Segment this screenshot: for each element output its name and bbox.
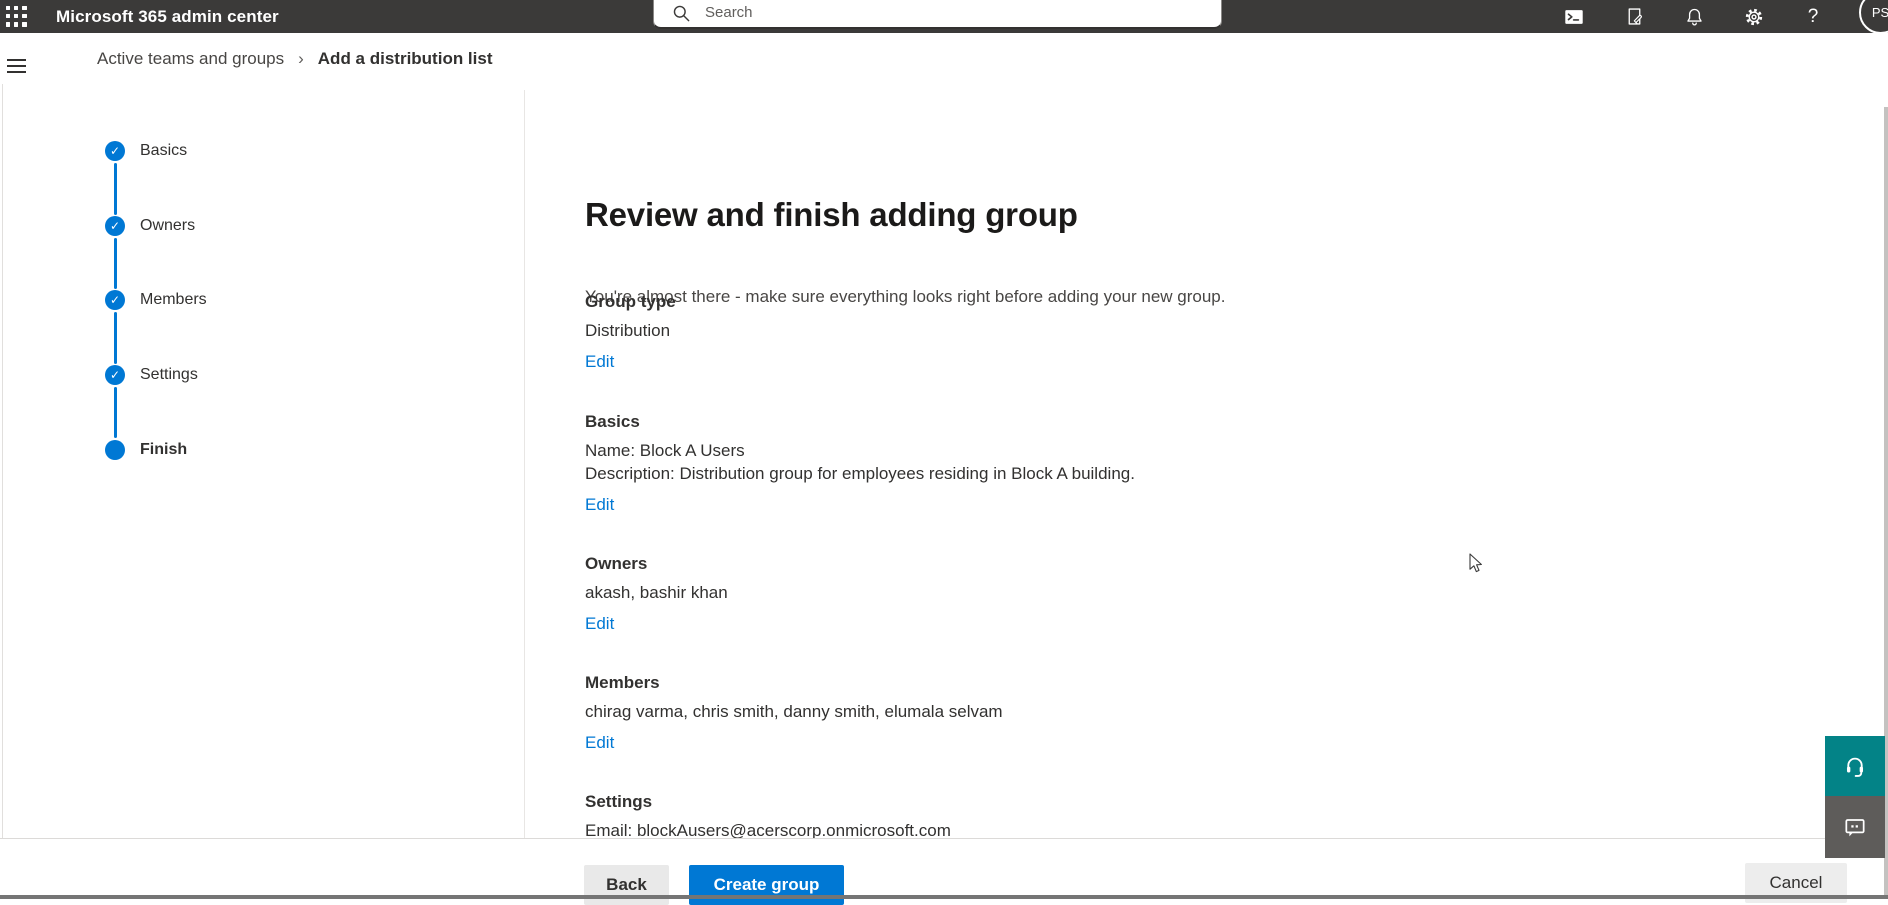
app-launcher-waffle-icon[interactable] [6,6,27,27]
wizard-step-settings[interactable]: ✓ Settings [0,365,400,385]
section-value: Distribution [585,321,671,340]
account-avatar[interactable]: PS [1859,0,1888,33]
edit-members-link[interactable]: Edit [585,733,614,753]
section-basics: Basics Name: Block A Users Description: … [585,412,1785,515]
step-connector [114,387,117,438]
breadcrumb-bar: Active teams and groups › Add a distribu… [0,33,1888,84]
edit-group-type-link[interactable]: Edit [585,352,614,372]
section-heading: Settings [585,792,653,811]
feedback-chat-button[interactable] [1825,796,1885,858]
section-value: chirag varma, chris smith, danny smith, … [585,702,1003,721]
step-complete-check-icon: ✓ [105,216,125,236]
help-icon[interactable]: ? [1796,0,1830,33]
step-label: Basics [140,142,188,159]
section-heading: Members [585,673,660,692]
wizard-footer: Back Create group Cancel [0,838,1888,905]
review-panel: Review and finish adding group You're al… [525,84,1884,838]
step-label: Settings [140,366,198,383]
breadcrumb-chevron-icon: › [298,48,304,68]
headset-icon [1846,757,1864,777]
section-value: Description: Distribution group for empl… [585,464,1135,483]
page-title: Review and finish adding group [585,196,1078,233]
section-value: Name: Block A Users [585,441,745,460]
support-button[interactable] [1825,736,1885,796]
global-search[interactable] [653,0,1222,29]
create-group-button[interactable]: Create group [689,865,844,905]
section-owners: Owners akash, bashir khan Edit [585,554,1785,634]
back-button[interactable]: Back [584,865,669,905]
section-value: akash, bashir khan [585,583,728,602]
step-label: Members [140,291,207,308]
step-connector [114,238,117,289]
breadcrumb: Active teams and groups › Add a distribu… [97,33,493,84]
edit-basics-link[interactable]: Edit [585,495,614,515]
wizard-step-owners[interactable]: ✓ Owners [0,216,400,236]
step-complete-check-icon: ✓ [105,290,125,310]
section-heading: Owners [585,554,648,573]
step-connector [114,163,117,215]
step-connector [114,312,117,364]
edit-owners-link[interactable]: Edit [585,614,614,634]
cloud-shell-icon[interactable] [1557,0,1591,33]
window-bottom-edge [0,895,1888,899]
avatar-initials: PS [1871,5,1888,20]
settings-gear-icon[interactable] [1737,0,1771,33]
top-app-bar: Microsoft 365 admin center Search ? PS [0,0,1888,33]
step-current-dot-icon [105,440,125,460]
step-complete-check-icon: ✓ [105,365,125,385]
step-complete-check-icon: ✓ [105,141,125,161]
section-value: Email: blockAusers@acerscorp.onmicrosoft… [585,821,951,838]
breadcrumb-parent-link[interactable]: Active teams and groups [97,49,284,69]
breadcrumb-current: Add a distribution list [317,48,493,68]
step-label: Owners [140,217,196,234]
wizard-step-members[interactable]: ✓ Members [0,290,400,310]
wizard-step-finish[interactable]: Finish [0,440,400,460]
search-input[interactable] [705,1,1125,23]
step-label: Finish [140,441,188,458]
wizard-step-nav: ✓ Basics ✓ Owners ✓ Members ✓ Settings F… [0,84,524,838]
section-group-type: Group type Distribution Edit [585,292,1785,372]
section-members: Members chirag varma, chris smith, danny… [585,673,1785,753]
section-heading: Basics [585,412,640,431]
feedback-note-icon[interactable] [1617,0,1651,33]
notifications-bell-icon[interactable] [1677,0,1711,33]
section-heading: Group type [585,292,676,311]
app-title: Microsoft 365 admin center [56,7,279,26]
wizard-step-basics[interactable]: ✓ Basics [0,141,400,161]
nav-hamburger-icon[interactable] [7,59,26,73]
search-icon [673,5,690,22]
section-settings: Settings Email: blockAusers@acerscorp.on… [585,792,1785,838]
chat-bubble-icon [1845,819,1865,837]
